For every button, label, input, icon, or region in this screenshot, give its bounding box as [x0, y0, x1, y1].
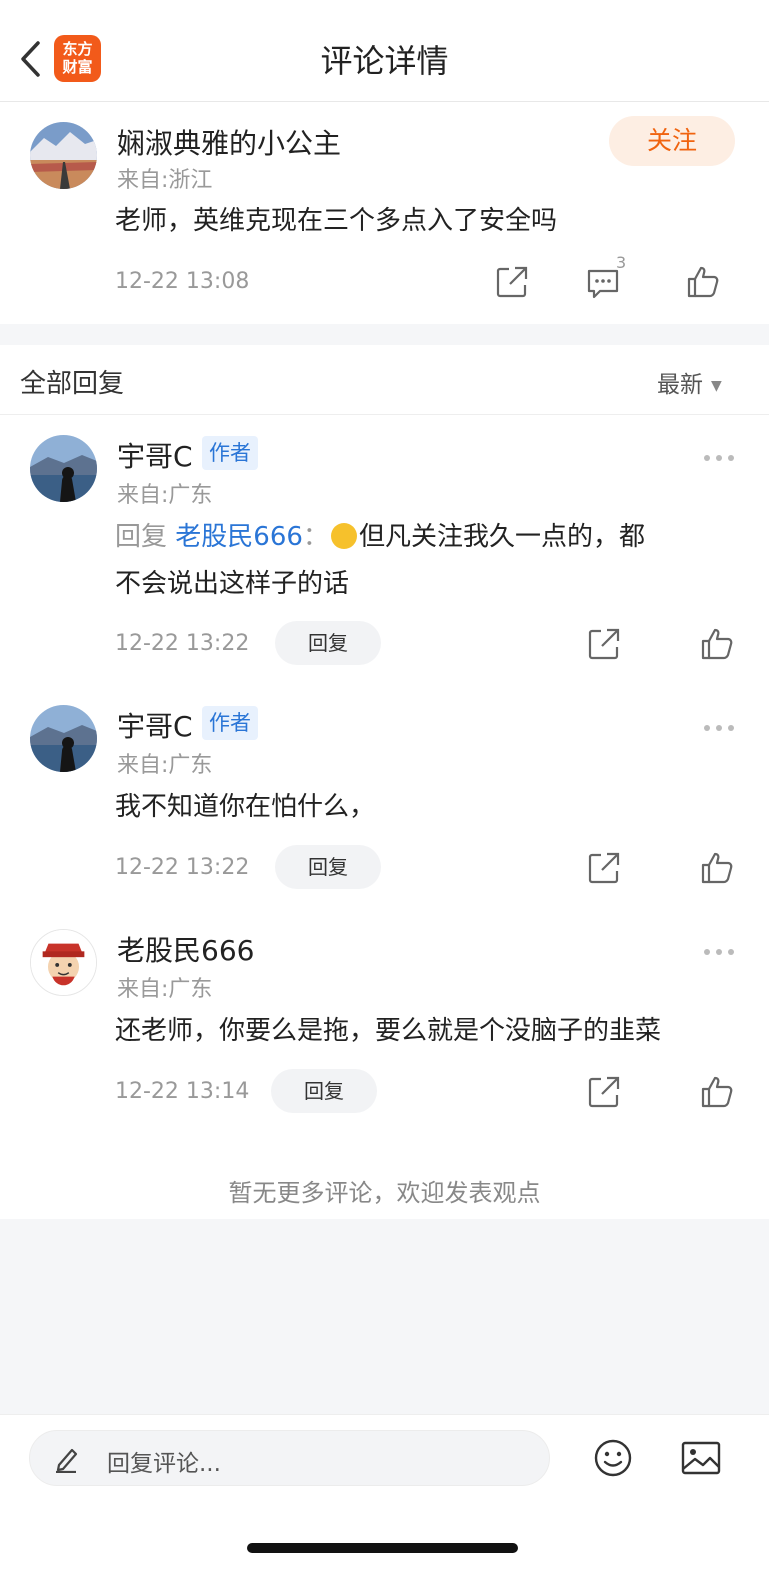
avatar[interactable] — [30, 929, 97, 996]
follow-button[interactable]: 关注 — [609, 116, 735, 166]
home-indicator — [247, 1543, 518, 1553]
more-icon[interactable] — [703, 942, 735, 955]
list-item: 老股民666 来自:广东 还老师，你要么是拖，要么就是个没脑子的韭菜 12-22… — [0, 909, 769, 1133]
comment-icon[interactable] — [586, 266, 620, 300]
comment-time: 12-22 13:22 — [115, 631, 250, 656]
avatar[interactable] — [30, 435, 97, 502]
sort-label: 最新 — [657, 372, 703, 398]
replies-title: 全部回复 — [20, 369, 125, 399]
author-name[interactable]: 宇哥C — [117, 705, 193, 745]
reply-input[interactable]: 回复评论... — [29, 1430, 550, 1486]
more-icon[interactable] — [703, 718, 735, 731]
reply-input-placeholder: 回复评论... — [107, 1451, 221, 1477]
author-origin: 来自:浙江 — [117, 168, 213, 193]
author-origin: 来自:广东 — [117, 483, 213, 508]
avatar[interactable] — [30, 122, 97, 189]
comment-text: 还老师，你要么是拖，要么就是个没脑子的韭菜 — [115, 1016, 662, 1046]
thumbs-up-icon[interactable] — [700, 1075, 734, 1109]
comment-time: 12-22 13:22 — [115, 855, 250, 880]
author-name[interactable]: 娴淑典雅的小公主 — [117, 122, 341, 162]
author-origin: 来自:广东 — [117, 977, 213, 1002]
share-icon[interactable] — [587, 851, 621, 885]
author-origin: 来自:广东 — [117, 753, 213, 778]
author-badge: 作者 — [202, 436, 258, 470]
reply-button[interactable]: 回复 — [271, 1069, 377, 1113]
emoji-icon[interactable] — [594, 1439, 632, 1477]
thumbs-up-icon[interactable] — [686, 265, 720, 299]
sort-dropdown[interactable]: 最新 ▼ — [657, 365, 722, 399]
no-more-comments-text: 暂无更多评论，欢迎发表观点 — [228, 1179, 541, 1207]
author-name[interactable]: 宇哥C — [117, 435, 193, 475]
main-comment-card: 娴淑典雅的小公主 来自:浙江 关注 老师，英维克现在三个多点入了安全吗 12-2… — [0, 102, 769, 324]
bottom-bar: 回复评论... — [0, 1414, 769, 1576]
page-title: 评论详情 — [320, 42, 449, 80]
list-item: 宇哥C 作者 来自:广东 回复 老股民666： 但凡关注我久一点的，都 不会说出这… — [0, 415, 769, 685]
comment-time: 12-22 13:14 — [115, 1079, 250, 1104]
reply-prefix: 回复 — [115, 522, 168, 552]
reply-list: 宇哥C 作者 来自:广东 回复 老股民666： 但凡关注我久一点的，都 不会说出这… — [0, 415, 769, 1219]
more-icon[interactable] — [703, 448, 735, 461]
author-badge: 作者 — [202, 706, 258, 740]
author-name[interactable]: 老股民666 — [117, 929, 254, 969]
comment-text-line2: 不会说出这样子的话 — [115, 569, 350, 599]
share-icon[interactable] — [587, 1075, 621, 1109]
comment-text-line1: 但凡关注我久一点的，都 — [358, 522, 645, 552]
list-item: 宇哥C 作者 来自:广东 我不知道你在怕什么， 12-22 13:22 回复 — [0, 685, 769, 909]
comment-text: 老师，英维克现在三个多点入了安全吗 — [115, 206, 558, 236]
image-icon[interactable] — [681, 1441, 721, 1475]
reply-button[interactable]: 回复 — [275, 845, 381, 889]
share-icon[interactable] — [495, 265, 529, 299]
reply-to-user-link[interactable]: 老股民666 — [175, 522, 303, 552]
replies-header: 全部回复 最新 ▼ — [0, 345, 769, 415]
reply-button[interactable]: 回复 — [275, 621, 381, 665]
thumbs-up-icon[interactable] — [700, 851, 734, 885]
top-bar: 东方 财富 评论详情 — [0, 0, 769, 102]
avatar[interactable] — [30, 705, 97, 772]
thumbs-up-icon[interactable] — [700, 627, 734, 661]
comment-count: 3 — [616, 253, 627, 272]
comment-text: 回复 老股民666： 但凡关注我久一点的，都 — [115, 514, 645, 561]
comment-text: 我不知道你在怕什么， — [115, 792, 376, 822]
share-icon[interactable] — [587, 627, 621, 661]
reply-separator: ： — [302, 522, 329, 552]
caret-down-icon: ▼ — [711, 377, 722, 394]
laughing-emoji-icon — [330, 523, 357, 549]
comment-time: 12-22 13:08 — [115, 269, 250, 294]
pen-icon — [54, 1445, 80, 1477]
